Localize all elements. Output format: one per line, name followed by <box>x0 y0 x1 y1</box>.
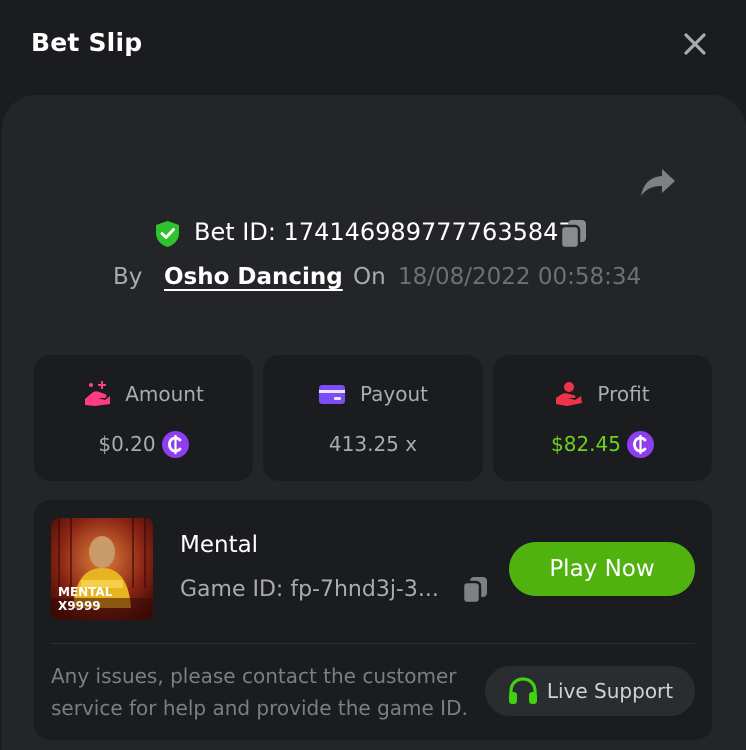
amount-label: Amount <box>125 382 204 406</box>
payout-header: Payout <box>263 379 483 409</box>
amount-value-row: $0.20 <box>34 429 253 459</box>
payout-value: 413.25 x <box>328 432 418 456</box>
copy-icon[interactable] <box>560 219 588 249</box>
bet-datetime: 18/08/2022 00:58:34 <box>398 264 642 290</box>
game-card: MENTAL X9999 Mental Game ID: fp-7hnd3j-3… <box>34 500 712 740</box>
game-thumbnail[interactable]: MENTAL X9999 <box>51 518 153 620</box>
profit-value-row: $82.45 <box>493 429 712 459</box>
payout-label: Payout <box>359 382 428 406</box>
on-label: On <box>353 264 386 290</box>
live-support-button[interactable]: Live Support <box>485 666 695 716</box>
thumbnail-title: MENTAL <box>58 585 113 599</box>
profit-card: Profit $82.45 <box>493 355 712 481</box>
shield-check-icon <box>156 221 179 247</box>
amount-value: $0.20 <box>98 432 156 456</box>
bet-id: Bet ID: 1741469897777635847 <box>194 218 574 246</box>
copy-icon[interactable] <box>462 576 488 604</box>
thumbnail-subtitle: X9999 <box>58 599 101 613</box>
payout-card: Payout 413.25 x <box>263 355 483 481</box>
by-label: By <box>113 264 143 290</box>
username-link[interactable]: Osho Dancing <box>164 264 343 290</box>
game-id: Game ID: fp-7hnd3j-3... <box>180 577 439 602</box>
share-arrow-icon[interactable] <box>640 167 676 197</box>
coin-icon <box>161 430 189 458</box>
profit-hand-icon <box>556 382 583 406</box>
amount-hand-icon <box>85 381 111 406</box>
page-title: Bet Slip <box>31 28 143 57</box>
bet-author-row: By Osho Dancing On 18/08/2022 00:58:34 <box>0 262 746 296</box>
divider <box>51 643 695 644</box>
payout-value-row: 413.25 x <box>263 429 483 459</box>
headset-icon <box>508 677 537 704</box>
bet-slip-header: Bet Slip <box>0 0 746 90</box>
wallet-card-icon <box>318 385 345 404</box>
amount-card: Amount $0.20 <box>34 355 253 481</box>
amount-header: Amount <box>34 379 253 409</box>
play-now-button[interactable]: Play Now <box>509 542 695 596</box>
profit-value: $82.45 <box>551 432 621 456</box>
help-text: Any issues, please contact the customer … <box>51 664 468 720</box>
live-support-label: Live Support <box>546 679 674 703</box>
close-icon[interactable] <box>680 29 710 59</box>
profit-header: Profit <box>493 379 712 409</box>
bet-id-row: Bet ID: 1741469897777635847 <box>0 216 746 252</box>
game-name: Mental <box>180 532 259 558</box>
profit-label: Profit <box>597 382 650 406</box>
coin-icon <box>626 430 654 458</box>
